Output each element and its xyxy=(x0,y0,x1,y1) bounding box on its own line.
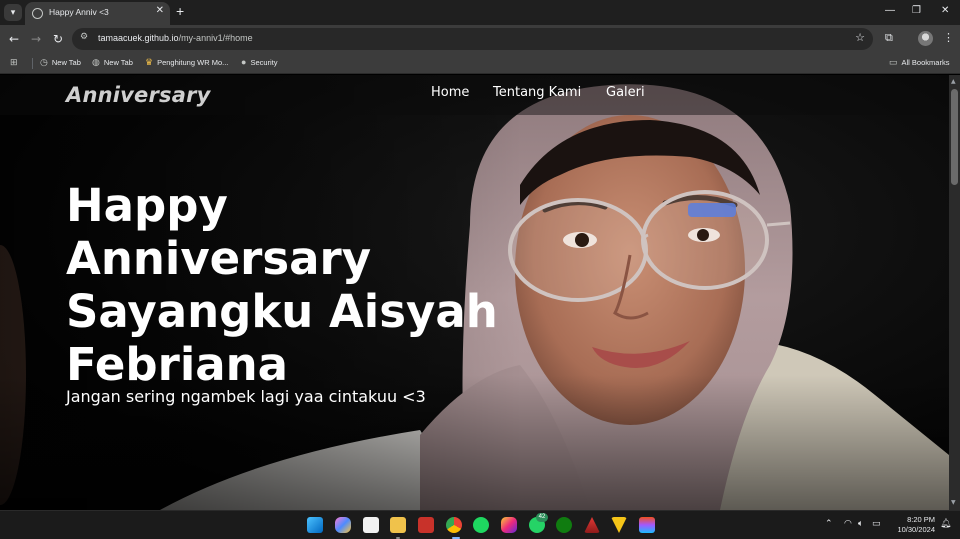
volume-icon[interactable]: 🔈︎ xyxy=(858,519,863,529)
bookmark-new-tab-1[interactable]: ◷ New Tab xyxy=(40,57,81,68)
reload-icon[interactable]: ↻ xyxy=(49,30,67,48)
globe-icon xyxy=(32,8,43,19)
app-v-icon[interactable] xyxy=(611,517,627,533)
bookmark-security[interactable]: ● Security xyxy=(241,57,278,67)
bookmark-label: Security xyxy=(250,57,278,67)
hero-subtitle: Jangan sering ngambek lagi yaa cintakuu … xyxy=(66,387,426,406)
bookmark-new-tab-2[interactable]: ◍ New Tab xyxy=(92,57,133,68)
url-domain: tamaacuek.github.io xyxy=(98,33,179,43)
clock-time: 8:20 PM xyxy=(907,515,935,524)
store-icon[interactable] xyxy=(363,517,379,533)
copilot-icon[interactable] xyxy=(335,517,351,533)
tab-title: Happy Anniv <3 xyxy=(49,7,109,17)
notification-bell-icon[interactable]: 🔔︎ xyxy=(940,519,951,529)
new-tab-button[interactable]: + xyxy=(176,3,184,19)
spotify-icon[interactable] xyxy=(473,517,489,533)
web-page: Anniversary Home Tentang Kami Galeri Hap… xyxy=(0,75,949,510)
folder-icon: ▭ xyxy=(889,57,898,67)
hero-title: Happy Anniversary Sayangku Aisyah Febria… xyxy=(66,179,498,391)
scroll-down-icon[interactable]: ▼ xyxy=(951,499,956,506)
url-path: /my-anniv1/#home xyxy=(178,33,253,43)
menu-icon[interactable]: ⋮ xyxy=(943,31,954,44)
windows-taskbar: 42 ⌃ ◠ 🔈︎ ▭ 8:20 PM 10/30/2024 🔔︎ xyxy=(0,510,960,539)
crown-icon: ♛ xyxy=(145,57,154,67)
instagram-icon[interactable] xyxy=(501,517,517,533)
scroll-thumb[interactable] xyxy=(951,89,958,185)
page-scrollbar[interactable]: ▲ ▼ xyxy=(949,75,960,510)
history-icon: ◷ xyxy=(40,57,48,67)
nav-galeri[interactable]: Galeri xyxy=(606,85,645,100)
tab-happy-anniv[interactable]: Happy Anniv <3 ✕ xyxy=(25,2,170,25)
minimize-icon[interactable]: — xyxy=(885,5,895,16)
nav-tentang-kami[interactable]: Tentang Kami xyxy=(493,85,581,100)
bookmarks-divider xyxy=(32,58,33,69)
site-brand[interactable]: Anniversary xyxy=(66,83,211,107)
bookmark-label: Penghitung WR Mo... xyxy=(157,58,229,67)
forward-icon[interactable]: → xyxy=(27,30,45,48)
all-bookmarks-button[interactable]: ▭ All Bookmarks xyxy=(889,57,949,68)
tray-chevron-icon[interactable]: ⌃ xyxy=(825,519,833,529)
windows-start-icon[interactable] xyxy=(307,517,323,533)
figma-icon[interactable] xyxy=(639,517,655,533)
chrome-icon[interactable] xyxy=(446,517,462,533)
all-bookmarks-label: All Bookmarks xyxy=(901,58,950,67)
bookmark-label: New Tab xyxy=(51,58,81,67)
bookmark-star-icon[interactable]: ☆ xyxy=(855,31,865,44)
bookmarks-bar: ⊞ ◷ New Tab ◍ New Tab ♛ Penghitung WR Mo...… xyxy=(0,53,960,74)
tab-close-icon[interactable]: ✕ xyxy=(156,5,164,16)
tab-strip: ▾ Happy Anniv <3 ✕ + — ❐ ✕ xyxy=(0,0,960,25)
browser-toolbar: ← → ↻ ⚙ tamaacuek.github.io/my-anniv1/#h… xyxy=(0,25,960,53)
clock-date: 10/30/2024 xyxy=(897,525,935,534)
apps-grid-icon[interactable]: ⊞ xyxy=(10,57,18,68)
battery-icon[interactable]: ▭ xyxy=(872,519,881,529)
scroll-up-icon[interactable]: ▲ xyxy=(951,78,956,85)
globe-icon: ◍ xyxy=(92,57,100,67)
file-explorer-icon[interactable] xyxy=(390,517,406,533)
xbox-icon[interactable] xyxy=(556,517,572,533)
extensions-icon[interactable]: ⧉ xyxy=(885,31,893,45)
bookmark-label: New Tab xyxy=(103,58,133,67)
back-icon[interactable]: ← xyxy=(5,30,23,48)
site-navbar: Anniversary Home Tentang Kami Galeri xyxy=(0,75,949,115)
profile-avatar[interactable] xyxy=(918,31,933,46)
tab-search-icon[interactable]: ▾ xyxy=(4,4,22,21)
url-text: tamaacuek.github.io/my-anniv1/#home xyxy=(98,33,253,43)
nav-home[interactable]: Home xyxy=(431,85,469,100)
site-info-icon[interactable]: ⚙ xyxy=(80,32,88,42)
system-clock[interactable]: 8:20 PM 10/30/2024 xyxy=(893,515,935,535)
whatsapp-badge: 42 xyxy=(536,513,548,522)
bookmark-penghitung[interactable]: ♛ Penghitung WR Mo... xyxy=(145,57,228,68)
address-bar[interactable]: ⚙ tamaacuek.github.io/my-anniv1/#home ☆ xyxy=(72,28,873,50)
window-close-icon[interactable]: ✕ xyxy=(941,5,949,16)
github-icon: ● xyxy=(241,57,247,67)
app-red-icon[interactable] xyxy=(418,517,434,533)
wifi-icon[interactable]: ◠ xyxy=(844,519,852,529)
app-a-icon[interactable] xyxy=(584,517,600,533)
restore-icon[interactable]: ❐ xyxy=(912,5,921,16)
